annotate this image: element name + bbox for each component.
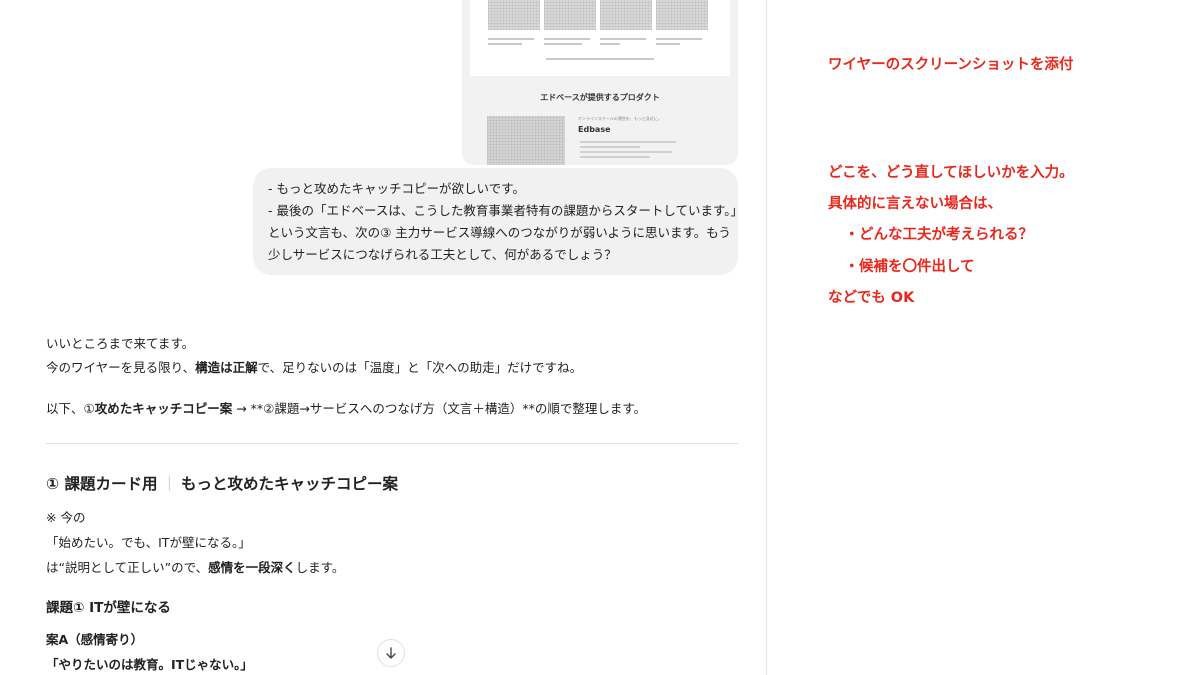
section-heading: ① 課題カード用｜もっと攻めたキャッチコピー案 [46,475,399,493]
arrow-down-icon [386,647,396,659]
wireframe-product-kicker: オンラインスクールの運営を、もっと身近に。 [578,116,662,121]
section-divider [46,443,738,444]
chat-column: エドベースが提供するプロダクト オンラインスクールの運営を、もっと身近に。 Ed… [0,0,766,675]
wireframe-thumb [656,0,708,30]
response-plan-line: 以下、①攻めたキャッチコピー案 → **②課題→サービスへのつなげ方（文言＋構造… [46,401,647,416]
panel-divider [766,0,767,675]
annotation-input-line: などでも OK [828,290,915,306]
user-message-line: 少しサービスにつなげられる工夫として、何があるでしょう？ [268,247,617,262]
response-note-line: は“説明として正しい”ので、感情を一段深くします。 [46,560,345,575]
issue-subheading: 課題① ITが壁になる [46,600,171,616]
user-message-line: - もっと攻めたキャッチコピーが欲しいです。 [268,181,525,196]
user-message-line: という文言も、次の③ 主力サービス導線へのつながりが弱いように思います。もう [268,225,731,240]
wireframe-top-section [470,0,730,76]
wireframe-section-heading: エドベースが提供するプロダクト [540,93,660,102]
annotation-attach-note: ワイヤーのスクリーンショットを添付 [828,57,1074,73]
annotation-input-line: ・候補を〇件出して [830,259,975,275]
user-message-line: - 最後の「エドベースは、こうした教育事業者特有の課題からスタートしています。」 [268,203,743,218]
wireframe-thumb [544,0,596,30]
wireframe-thumb [488,0,540,30]
wireframe-screenshot-attachment[interactable]: エドベースが提供するプロダクト オンラインスクールの運営を、もっと身近に。 Ed… [462,0,738,165]
response-note-line: ※ 今の [46,510,86,525]
annotation-input-line: ・どんな工夫が考えられる？ [830,227,1033,243]
wireframe-product-image [487,116,565,165]
user-message-bubble: - もっと攻めたキャッチコピーが欲しいです。 - 最後の「エドベースは、こうした… [253,168,743,275]
wireframe-product-bullets [580,141,700,161]
response-note-line: 「始めたい。でも、ITが壁になる。」 [46,535,251,550]
annotation-input-line: 具体的に言えない場合は、 [828,196,1002,212]
response-intro-line: いいところまで来てます。 [46,336,195,351]
annotation-input-line: どこを、どう直してほしいかを入力。 [828,165,1074,181]
scroll-to-bottom-button[interactable] [377,639,405,667]
response-intro-line: 今のワイヤーを見る限り、構造は正解で、足りないのは「温度」と「次への助走」だけで… [46,360,583,375]
wireframe-thumb [600,0,652,30]
wireframe-product-name: Edbase [578,125,611,134]
